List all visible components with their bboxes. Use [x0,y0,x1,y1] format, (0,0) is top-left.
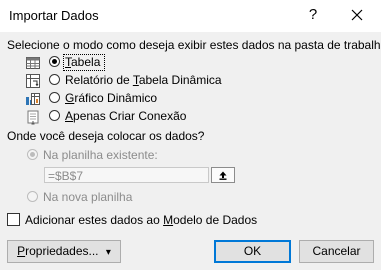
connection-icon [27,110,39,125]
radio-pivot-chart[interactable] [49,92,60,103]
import-data-dialog: Importar Dados ? Selecione o modo como d… [0,0,381,270]
option-pivot-table-label[interactable]: Relatório de Tabela Dinâmica [65,73,222,87]
dropdown-arrow-icon: ▾ [105,247,111,258]
data-model-label[interactable]: Adicionar estes dados ao Modelo de Dados [25,213,257,227]
dialog-title: Importar Dados [9,8,99,23]
title-bar: Importar Dados ? [0,0,381,32]
collapse-dialog-button[interactable] [211,167,235,183]
pivot-table-icon [26,74,40,88]
radio-new-sheet[interactable] [27,191,38,202]
cell-reference-input[interactable]: =$B$7 [44,167,209,183]
option-table-label[interactable]: Tabela [65,55,100,69]
option-pivot-chart-label[interactable]: Gráfico Dinâmico [65,91,157,105]
option-connection-only-label[interactable]: Apenas Criar Conexão [65,109,186,123]
cell-reference-value: =$B$7 [48,169,84,183]
location-prompt: Onde você deseja colocar os dados? [7,129,205,143]
properties-button[interactable]: Propriedades... ▾ [7,240,121,263]
pivot-chart-icon [26,93,40,105]
data-model-checkbox[interactable] [7,213,20,226]
radio-connection-only[interactable] [49,110,60,121]
table-icon [26,57,40,69]
close-button[interactable] [345,3,369,27]
help-button[interactable]: ? [303,3,323,27]
cancel-button[interactable]: Cancelar [299,240,374,263]
collapse-dialog-icon [219,171,227,180]
radio-table[interactable] [49,56,60,67]
radio-pivot-table[interactable] [49,74,60,85]
existing-sheet-label: Na planilha existente: [43,148,158,162]
ok-button[interactable]: OK [214,240,291,263]
close-icon [351,9,363,21]
radio-existing-sheet[interactable] [27,149,38,160]
view-prompt: Selecione o modo como deseja exibir este… [7,38,381,52]
new-sheet-label: Na nova planilha [43,190,133,204]
